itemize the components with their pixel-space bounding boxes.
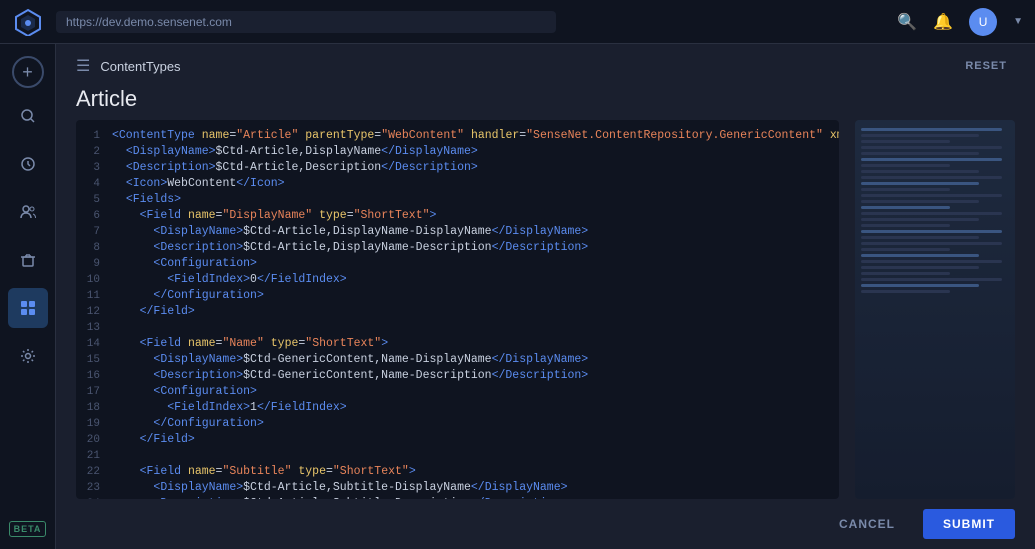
sidebar-item-settings[interactable] [8, 336, 48, 376]
url-bar[interactable]: https://dev.demo.sensenet.com [56, 11, 556, 33]
table-row: 17 <Configuration> [76, 384, 839, 400]
preview-line [861, 230, 1002, 233]
editor-container: 1 <ContentType name="Article" parentType… [56, 120, 1035, 499]
page-title-bar: Article [56, 82, 1035, 120]
table-row: 15 <DisplayName>$Ctd-GenericContent,Name… [76, 352, 839, 368]
preview-line [861, 278, 1002, 281]
sidebar-item-history[interactable] [8, 144, 48, 184]
table-row: 1 <ContentType name="Article" parentType… [76, 128, 839, 144]
table-row: 21 [76, 448, 839, 464]
table-row: 4 <Icon>WebContent</Icon> [76, 176, 839, 192]
bottom-bar: CANCEL SUBMIT [56, 499, 1035, 549]
preview-line [861, 128, 1002, 131]
preview-line [861, 266, 979, 269]
preview-line [861, 272, 950, 275]
table-row: 14 <Field name="Name" type="ShortText"> [76, 336, 839, 352]
preview-panel [855, 120, 1015, 499]
table-row: 7 <DisplayName>$Ctd-Article,DisplayName-… [76, 224, 839, 240]
preview-line [861, 284, 979, 287]
beta-badge: BETA [9, 521, 47, 537]
preview-line [861, 290, 950, 293]
reset-button[interactable]: RESET [957, 56, 1015, 76]
page-title: Article [76, 86, 137, 112]
table-row: 5 <Fields> [76, 192, 839, 208]
preview-line [861, 260, 1002, 263]
preview-line [861, 254, 979, 257]
table-row: 13 [76, 320, 839, 336]
preview-line [861, 248, 950, 251]
table-row: 3 <Description>$Ctd-Article,Description<… [76, 160, 839, 176]
table-row: 9 <Configuration> [76, 256, 839, 272]
main-layout: + [0, 44, 1035, 549]
topbar-right: 🔍 🔔 U ▼ [897, 8, 1023, 36]
cancel-button[interactable]: CANCEL [823, 509, 911, 539]
table-row: 16 <Description>$Ctd-GenericContent,Name… [76, 368, 839, 384]
preview-line [861, 146, 1002, 149]
hamburger-icon[interactable]: ☰ [76, 56, 90, 76]
table-row: 19 </Configuration> [76, 416, 839, 432]
table-row: 12 </Field> [76, 304, 839, 320]
preview-line [861, 236, 979, 239]
notification-icon[interactable]: 🔔 [933, 12, 953, 32]
sidebar: + [0, 44, 56, 549]
table-row: 18 <FieldIndex>1</FieldIndex> [76, 400, 839, 416]
avatar[interactable]: U [969, 8, 997, 36]
preview-line [861, 164, 950, 167]
preview-line [861, 206, 950, 209]
sidebar-item-users[interactable] [8, 192, 48, 232]
preview-line [861, 194, 1002, 197]
breadcrumb: ContentTypes [100, 59, 180, 74]
search-icon[interactable]: 🔍 [897, 12, 917, 32]
topbar: https://dev.demo.sensenet.com 🔍 🔔 U ▼ [0, 0, 1035, 44]
preview-line [861, 140, 950, 143]
table-row: 11 </Configuration> [76, 288, 839, 304]
preview-line [861, 170, 979, 173]
table-row: 6 <Field name="DisplayName" type="ShortT… [76, 208, 839, 224]
preview-line [861, 134, 979, 137]
code-editor[interactable]: 1 <ContentType name="Article" parentType… [76, 120, 839, 499]
sidebar-item-trash[interactable] [8, 240, 48, 280]
sidebar-add-button[interactable]: + [12, 56, 44, 88]
content-area: ☰ ContentTypes RESET Article 1 <ContentT… [56, 44, 1035, 549]
sidebar-item-search[interactable] [8, 96, 48, 136]
preview-line [861, 218, 979, 221]
table-row: 8 <Description>$Ctd-Article,DisplayName-… [76, 240, 839, 256]
preview-lines [855, 120, 1015, 301]
table-row: 2 <DisplayName>$Ctd-Article,DisplayName<… [76, 144, 839, 160]
title-bar: ☰ ContentTypes RESET [56, 44, 1035, 82]
preview-line [861, 200, 979, 203]
preview-line [861, 242, 1002, 245]
preview-content [855, 120, 1015, 499]
preview-line [861, 152, 979, 155]
preview-line [861, 224, 950, 227]
preview-line [861, 176, 1002, 179]
chevron-down-icon[interactable]: ▼ [1013, 16, 1023, 27]
table-row: 23 <DisplayName>$Ctd-Article,Subtitle-Di… [76, 480, 839, 496]
submit-button[interactable]: SUBMIT [923, 509, 1015, 539]
table-row: 22 <Field name="Subtitle" type="ShortTex… [76, 464, 839, 480]
preview-line [861, 188, 950, 191]
preview-line [861, 182, 979, 185]
sidebar-item-content-types[interactable] [8, 288, 48, 328]
table-row: 10 <FieldIndex>0</FieldIndex> [76, 272, 839, 288]
app-logo[interactable] [12, 6, 44, 38]
preview-line [861, 158, 1002, 161]
table-row: 20 </Field> [76, 432, 839, 448]
preview-line [861, 212, 1002, 215]
